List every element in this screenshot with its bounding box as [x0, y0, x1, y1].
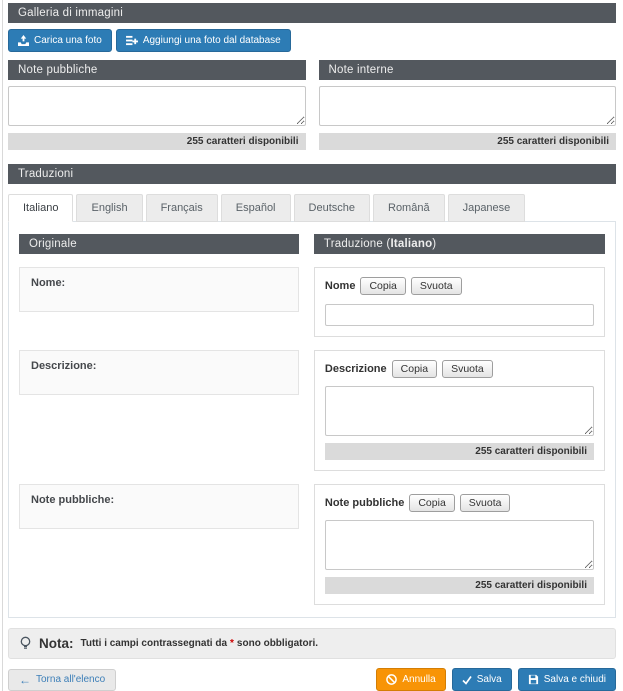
- gallery-section-header: Galleria di immagini: [8, 3, 616, 23]
- note-pubbliche-field-label: Note pubbliche: [325, 497, 404, 509]
- nome-field-label: Nome: [325, 280, 356, 292]
- descrizione-chars-counter: 255 caratteri disponibili: [325, 443, 594, 460]
- page-container: Galleria di immagini Carica una foto Agg…: [2, 0, 623, 691]
- cancel-button[interactable]: Annulla: [376, 668, 445, 691]
- original-descrizione-box: Descrizione:: [19, 350, 299, 395]
- translation-column-header: Traduzione (Italiano): [314, 234, 605, 254]
- translations-section: Traduzioni Italiano English Français Esp…: [8, 164, 616, 618]
- descrizione-clear-button[interactable]: Svuota: [442, 360, 493, 378]
- translation-grid: Originale Traduzione (Italiano) Nome: No…: [19, 234, 605, 605]
- tab-francais[interactable]: Français: [146, 194, 218, 222]
- footer-actions: ← Torna all'elenco Annulla Salva Salva e…: [8, 668, 616, 691]
- back-to-list-label: Torna all'elenco: [36, 675, 105, 685]
- translation-tab-panel: Originale Traduzione (Italiano) Nome: No…: [8, 221, 616, 618]
- public-notes-chars-counter: 255 caratteri disponibili: [8, 133, 306, 150]
- required-fields-banner: Nota: Tutti i campi contrassegnati da*so…: [8, 628, 616, 659]
- note-pubbliche-textarea[interactable]: [325, 520, 594, 570]
- add-photo-database-button[interactable]: Aggiungi una foto dal database: [116, 29, 291, 52]
- original-nome-box: Nome:: [19, 267, 299, 312]
- internal-notes-panel: Note interne 255 caratteri disponibili: [319, 60, 617, 150]
- translations-section-header: Traduzioni: [8, 164, 616, 184]
- descrizione-field-head: Descrizione Copia Svuota: [325, 360, 594, 378]
- translation-note-pubbliche-box: Note pubbliche Copia Svuota 255 caratter…: [314, 484, 605, 605]
- public-notes-header: Note pubbliche: [8, 60, 306, 80]
- save-and-close-button[interactable]: Salva e chiudi: [518, 668, 616, 691]
- cancel-circle-icon: [386, 674, 397, 685]
- add-photo-database-label: Aggiungi una foto dal database: [143, 36, 281, 46]
- note-banner-text-after: sono obbligatori.: [237, 638, 318, 649]
- translation-header-language: Italiano: [390, 238, 432, 250]
- upload-photo-button[interactable]: Carica una foto: [8, 29, 112, 52]
- tab-espanol[interactable]: Español: [221, 194, 291, 222]
- upload-icon: [18, 35, 29, 46]
- note-pubbliche-field-head: Note pubbliche Copia Svuota: [325, 494, 594, 512]
- tab-english[interactable]: English: [76, 194, 142, 222]
- descrizione-copy-button[interactable]: Copia: [392, 360, 437, 378]
- internal-notes-chars-counter: 255 caratteri disponibili: [319, 133, 617, 150]
- note-banner-text: Tutti i campi contrassegnati da*sono obb…: [81, 638, 319, 649]
- cancel-label: Annulla: [402, 675, 435, 685]
- save-and-close-label: Salva e chiudi: [544, 675, 606, 685]
- notes-row: Note pubbliche 255 caratteri disponibili…: [8, 60, 616, 150]
- original-note-pubbliche-box: Note pubbliche:: [19, 484, 299, 529]
- nome-copy-button[interactable]: Copia: [360, 277, 405, 295]
- required-asterisk: *: [227, 638, 237, 649]
- tab-deutsche[interactable]: Deutsche: [294, 194, 370, 222]
- descrizione-field-label: Descrizione: [325, 363, 387, 375]
- internal-notes-header: Note interne: [319, 60, 617, 80]
- tab-japanese[interactable]: Japanese: [448, 194, 526, 222]
- tab-romana[interactable]: Română: [373, 194, 445, 222]
- language-tabs: Italiano English Français Español Deutsc…: [8, 193, 616, 221]
- save-button[interactable]: Salva: [452, 668, 512, 691]
- floppy-disk-icon: [528, 674, 539, 685]
- note-banner-text-before: Tutti i campi contrassegnati da: [81, 638, 228, 649]
- original-column-header: Originale: [19, 234, 299, 254]
- note-pubbliche-copy-button[interactable]: Copia: [409, 494, 454, 512]
- nome-field-head: Nome Copia Svuota: [325, 277, 594, 295]
- nome-clear-button[interactable]: Svuota: [411, 277, 462, 295]
- note-banner-label: Nota:: [39, 636, 74, 651]
- nome-input[interactable]: [325, 304, 594, 326]
- translation-header-prefix: Traduzione (: [324, 238, 391, 250]
- translation-header-suffix: ): [432, 238, 436, 250]
- footer-right-buttons: Annulla Salva Salva e chiudi: [376, 668, 616, 691]
- public-notes-panel: Note pubbliche 255 caratteri disponibili: [8, 60, 306, 150]
- descrizione-textarea[interactable]: [325, 386, 594, 436]
- gallery-buttons-row: Carica una foto Aggiungi una foto dal da…: [8, 29, 616, 52]
- translation-nome-box: Nome Copia Svuota: [314, 267, 605, 337]
- save-label: Salva: [477, 675, 502, 685]
- add-photo-icon: [126, 35, 138, 46]
- note-pubbliche-clear-button[interactable]: Svuota: [460, 494, 511, 512]
- lightbulb-icon: [19, 636, 32, 651]
- public-notes-textarea[interactable]: [8, 86, 306, 126]
- back-to-list-button[interactable]: ← Torna all'elenco: [8, 669, 116, 691]
- check-icon: [462, 675, 472, 685]
- tab-italiano[interactable]: Italiano: [8, 194, 73, 222]
- translation-descrizione-box: Descrizione Copia Svuota 255 caratteri d…: [314, 350, 605, 471]
- note-pubbliche-chars-counter: 255 caratteri disponibili: [325, 577, 594, 594]
- internal-notes-textarea[interactable]: [319, 86, 617, 126]
- upload-photo-label: Carica una foto: [34, 36, 102, 46]
